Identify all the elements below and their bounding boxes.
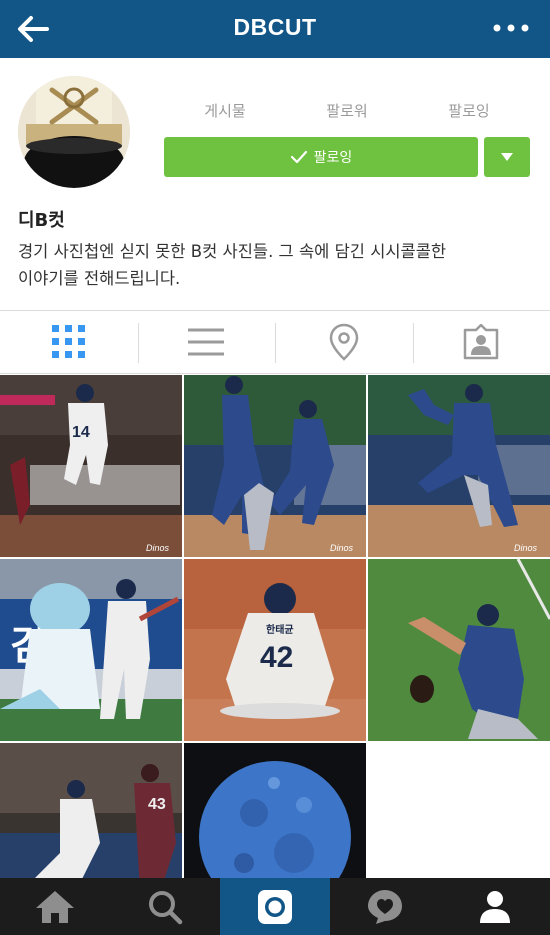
bottom-navigation	[0, 878, 550, 935]
caret-down-icon	[501, 153, 513, 161]
nav-home[interactable]	[0, 878, 110, 935]
check-icon	[290, 150, 307, 164]
stat-following[interactable]: 팔로잉	[408, 100, 530, 126]
post-jersey-number: 43	[148, 796, 166, 813]
tagged-person-icon	[464, 324, 499, 360]
search-icon	[149, 890, 183, 924]
profile-stats: 게시물 팔로워 팔로잉	[164, 100, 530, 126]
more-options-button[interactable]	[492, 20, 530, 34]
nav-profile[interactable]	[440, 878, 550, 935]
photo-grid: 14 Dinos Dinos Dinos 한태균 42 43	[0, 375, 550, 878]
more-horizontal-icon	[493, 24, 529, 32]
post-thumbnail[interactable]: 14 Dinos	[0, 375, 182, 557]
tab-list-view[interactable]	[137, 311, 276, 373]
profile-bio: 디B컷 경기 사진첩엔 싣지 못한 B컷 사진들. 그 속에 담긴 시시콜콜한 …	[18, 206, 538, 292]
following-button[interactable]: 팔로잉	[164, 137, 478, 177]
profile-screen: DBCUT 게시물 팔로워 팔로잉 팔로잉 디B컷 경기 사진첩엔 싣지 못한 …	[0, 0, 550, 935]
post-thumbnail[interactable]: Dinos	[184, 375, 366, 557]
page-title: DBCUT	[233, 14, 317, 40]
avatar-logo-image	[18, 76, 130, 188]
view-tabs	[0, 311, 550, 373]
stat-posts[interactable]: 게시물	[164, 100, 286, 126]
location-pin-icon	[329, 323, 359, 361]
list-icon	[188, 328, 225, 356]
nav-search[interactable]	[110, 878, 220, 935]
post-thumbnail[interactable]: Dinos	[368, 375, 550, 557]
bio-line-1: 경기 사진첩엔 싣지 못한 B컷 사진들. 그 속에 담긴 시시콜콜한	[18, 242, 447, 261]
avatar[interactable]	[18, 76, 130, 188]
person-icon	[480, 890, 510, 923]
post-jersey-number: 42	[260, 641, 293, 674]
camera-icon	[258, 889, 292, 924]
post-thumbnail[interactable]: 김	[0, 559, 182, 741]
post-watermark: Dinos	[330, 543, 354, 553]
following-button-label: 팔로잉	[313, 150, 353, 166]
post-thumbnail[interactable]: 한태균 42	[184, 559, 366, 741]
post-player-name: 한태균	[266, 623, 294, 636]
tab-grid-view[interactable]	[0, 311, 138, 373]
post-thumbnail[interactable]	[368, 559, 550, 741]
post-thumbnail[interactable]: 43	[0, 743, 182, 878]
stat-followers[interactable]: 팔로워	[286, 100, 408, 126]
top-bar: DBCUT	[0, 0, 550, 58]
bio-line-2: 이야기를 전해드립니다.	[18, 269, 181, 288]
tab-map-view[interactable]	[275, 311, 413, 373]
home-icon	[36, 890, 74, 923]
post-watermark: Dinos	[514, 543, 538, 553]
nav-camera[interactable]	[220, 878, 330, 935]
profile-name: 디B컷	[18, 210, 65, 231]
divider	[0, 373, 550, 374]
grid-icon	[51, 325, 85, 358]
post-watermark: Dinos	[146, 543, 170, 553]
tab-tagged-view[interactable]	[412, 311, 550, 373]
post-jersey-number: 14	[72, 424, 90, 441]
suggestions-dropdown-button[interactable]	[484, 137, 530, 177]
post-thumbnail[interactable]	[184, 743, 366, 878]
heart-bubble-icon	[368, 889, 402, 924]
nav-activity[interactable]	[330, 878, 440, 935]
